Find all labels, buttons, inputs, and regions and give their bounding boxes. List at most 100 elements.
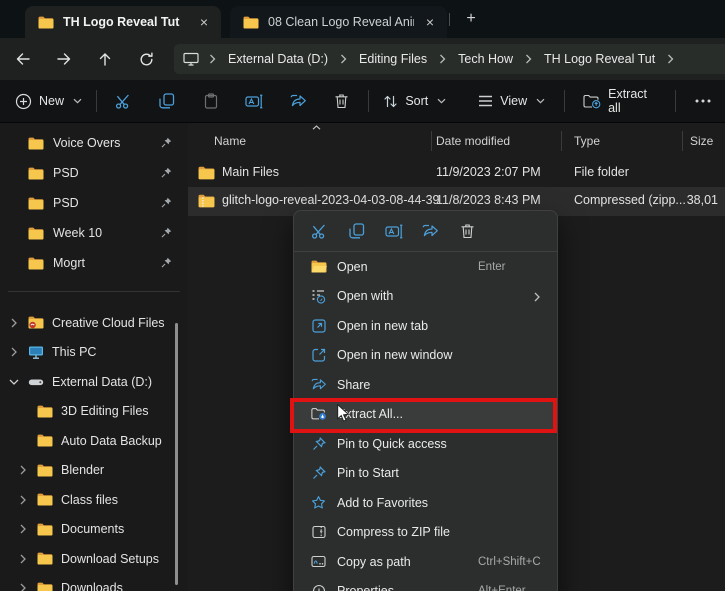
menu-item-open[interactable]: Open Enter [294,252,557,282]
file-date: 11/9/2023 2:07 PM [436,165,541,179]
navigation-pane: Voice Overs PSD PSD Week 10 Mogrt Creati… [0,123,188,591]
close-tab-icon[interactable]: × [423,14,437,30]
sidebar-item-downloads[interactable]: Downloads [0,574,188,591]
delete-button[interactable] [320,84,364,118]
breadcrumb-item[interactable]: Editing Files [357,50,429,68]
chevron-right-icon [439,54,446,64]
menu-item-add-to-favorites[interactable]: Add to Favorites [294,488,557,518]
sidebar-item-external-data-d[interactable]: External Data (D:) [0,367,188,397]
open-new-window-icon [310,348,327,362]
new-tab-button[interactable]: + [458,7,484,31]
address-bar[interactable]: External Data (D:) Editing Files Tech Ho… [174,44,725,74]
menu-item-open-in-new-window[interactable]: Open in new window [294,341,557,371]
rename-icon[interactable] [375,216,412,246]
chevron-down-icon[interactable] [7,379,20,385]
column-header-size[interactable]: Size [690,134,713,148]
menu-item-pin-to-start[interactable]: Pin to Start [294,459,557,489]
sidebar-scrollbar[interactable] [175,323,178,585]
sidebar-item-auto-data-backup[interactable]: Auto Data Backup [0,426,188,456]
column-divider[interactable] [682,131,683,151]
chevron-right-icon[interactable] [16,583,29,591]
back-button[interactable] [5,44,41,74]
menu-item-copy-as-path[interactable]: Copy as path Ctrl+Shift+C [294,547,557,577]
open-with-icon [310,289,327,304]
cut-button[interactable] [102,84,146,118]
breadcrumb-item[interactable]: Tech How [456,50,515,68]
chevron-right-icon[interactable] [16,524,29,534]
chevron-right-icon[interactable] [16,465,29,475]
copy-icon[interactable] [338,216,375,246]
drive-icon [28,376,44,388]
navigation-bar: External Data (D:) Editing Files Tech Ho… [0,38,725,80]
refresh-button[interactable] [128,44,164,74]
folder-icon [28,167,44,180]
menu-item-compress-to-zip[interactable]: Compress to ZIP file [294,518,557,548]
view-button[interactable]: View [469,84,554,118]
plus-circle-icon [15,93,32,110]
file-row-main-files[interactable]: Main Files 11/9/2023 2:07 PM File folder [188,159,725,187]
new-button-label: New [39,94,64,108]
forward-button[interactable] [46,44,82,74]
menu-item-open-in-new-tab[interactable]: Open in new tab [294,311,557,341]
sidebar-item-label: Creative Cloud Files [52,316,165,330]
sidebar-item-pinned[interactable]: Voice Overs [0,128,188,158]
toolbar-divider [96,90,97,112]
cut-icon[interactable] [301,216,338,246]
column-header-name[interactable]: Name [214,134,246,148]
menu-item-pin-to-quick-access[interactable]: Pin to Quick access [294,429,557,459]
paste-button[interactable] [189,84,233,118]
chevron-right-icon[interactable] [7,318,20,328]
sidebar-item-creative-cloud-files[interactable]: Creative Cloud Files [0,308,188,338]
pin-icon [161,167,172,178]
tab-inactive[interactable]: 08 Clean Logo Reveal Animatio × [230,6,447,38]
share-icon[interactable] [412,216,449,246]
up-button[interactable] [87,44,123,74]
column-divider[interactable] [431,131,432,151]
copy-as-path-icon [310,555,327,568]
more-options-button[interactable] [681,84,725,118]
new-button[interactable]: New [6,84,91,118]
menu-item-share[interactable]: Share [294,370,557,400]
breadcrumb-item[interactable]: TH Logo Reveal Tut [542,50,657,68]
column-header-type[interactable]: Type [574,134,600,148]
sidebar-item-pinned[interactable]: Mogrt [0,248,188,278]
sidebar-item-pinned[interactable]: PSD [0,188,188,218]
properties-icon [310,584,327,591]
rename-button[interactable] [233,84,277,118]
chevron-right-icon[interactable] [16,554,29,564]
delete-icon[interactable] [449,216,486,246]
file-size: 38,01 [658,193,718,207]
copy-button[interactable] [146,84,190,118]
sidebar-item-download-setups[interactable]: Download Setups [0,544,188,574]
folder-icon [28,197,44,210]
column-divider[interactable] [561,131,562,151]
sidebar-item-class-files[interactable]: Class files [0,485,188,515]
sort-button[interactable]: Sort [374,84,455,118]
folder-icon [198,166,215,180]
sidebar-item-pinned[interactable]: Week 10 [0,218,188,248]
sidebar-item-label: 3D Editing Files [61,404,149,418]
menu-item-open-with[interactable]: Open with [294,282,557,312]
share-button[interactable] [276,84,320,118]
chevron-down-icon [536,98,545,104]
breadcrumb-item[interactable]: External Data (D:) [226,50,330,68]
menu-item-label: Properties [337,584,394,591]
file-date: 11/8/2023 8:43 PM [436,193,541,207]
chevron-right-icon[interactable] [7,347,20,357]
sidebar-item-blender[interactable]: Blender [0,456,188,486]
sidebar-item-pinned[interactable]: PSD [0,158,188,188]
chevron-right-icon[interactable] [16,495,29,505]
sidebar-item-this-pc[interactable]: This PC [0,338,188,368]
close-tab-icon[interactable]: × [197,14,211,30]
menu-item-properties[interactable]: Properties Alt+Enter [294,577,557,591]
column-header-date-modified[interactable]: Date modified [436,134,510,148]
chevron-right-icon [209,54,216,64]
folder-icon [37,582,53,591]
sidebar-item-documents[interactable]: Documents [0,515,188,545]
view-lines-icon [478,95,493,107]
file-name: glitch-logo-reveal-2023-04-03-08-44-39 [222,193,440,207]
sidebar-item-3d-editing-files[interactable]: 3D Editing Files [0,397,188,427]
sidebar-item-label: Voice Overs [53,136,120,150]
extract-all-button[interactable]: Extract all [574,84,669,118]
tab-active[interactable]: TH Logo Reveal Tut × [25,6,221,38]
